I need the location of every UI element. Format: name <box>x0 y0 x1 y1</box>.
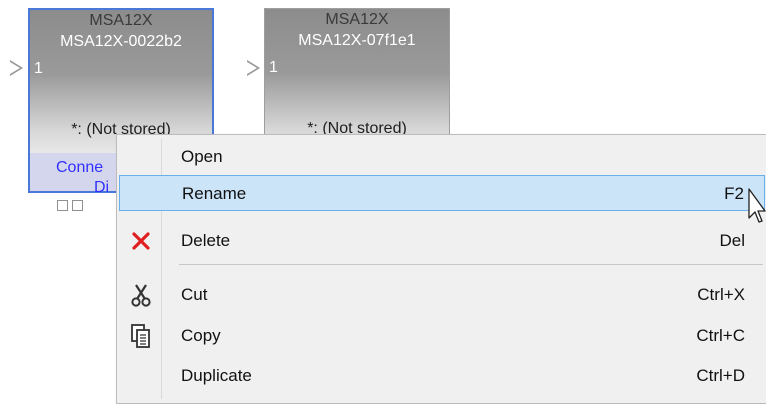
menu-item-duplicate[interactable]: Duplicate Ctrl+D <box>119 358 765 394</box>
device-name-label: MSA12X-07f1e1 <box>298 32 416 49</box>
device-status-link[interactable]: Di <box>94 179 109 197</box>
menu-item-label: Cut <box>181 285 208 304</box>
mouse-cursor-icon <box>748 188 766 233</box>
output-pin-icon[interactable] <box>57 200 68 211</box>
menu-item-label: Open <box>181 147 223 166</box>
menu-item-copy[interactable]: Copy Ctrl+C <box>119 318 765 354</box>
device-name-label: MSA12X-0022b2 <box>60 33 182 50</box>
menu-item-open[interactable]: Open <box>119 139 765 175</box>
menu-item-shortcut: Del <box>719 231 745 250</box>
menu-item-cut[interactable]: Cut Ctrl+X <box>119 277 765 313</box>
delete-x-icon <box>129 228 153 254</box>
menu-item-shortcut: Ctrl+D <box>696 366 745 385</box>
menu-item-label: Duplicate <box>181 366 252 385</box>
context-menu: Open Rename F2 Delete Del Cut Ctrl+X Cop… <box>116 134 766 404</box>
menu-item-label: Delete <box>181 231 231 250</box>
input-port-label: 1 <box>34 60 43 77</box>
copy-icon <box>129 323 153 349</box>
input-port-label: 1 <box>269 59 278 76</box>
device-body: MSA12X MSA12X-0022b2 1 *: (Not stored) <box>30 10 212 153</box>
menu-item-rename[interactable]: Rename F2 <box>119 175 765 211</box>
device-type-label: MSA12X <box>89 12 153 29</box>
menu-item-shortcut: Ctrl+X <box>697 285 745 304</box>
scissors-icon <box>129 282 153 308</box>
menu-item-delete[interactable]: Delete Del <box>119 223 765 259</box>
menu-separator <box>179 264 763 265</box>
device-type-label: MSA12X <box>325 11 389 28</box>
connection-status-link[interactable]: Conne <box>56 159 103 177</box>
output-pin-icon[interactable] <box>72 200 83 211</box>
device-body: MSA12X MSA12X-07f1e1 1 *: (Not stored) <box>265 9 449 152</box>
menu-item-label: Copy <box>181 326 221 345</box>
input-arrow-icon[interactable] <box>247 60 260 76</box>
menu-item-shortcut: F2 <box>724 184 744 203</box>
menu-item-shortcut: Ctrl+C <box>696 326 745 345</box>
menu-item-label: Rename <box>182 184 247 203</box>
input-arrow-icon[interactable] <box>10 60 23 76</box>
